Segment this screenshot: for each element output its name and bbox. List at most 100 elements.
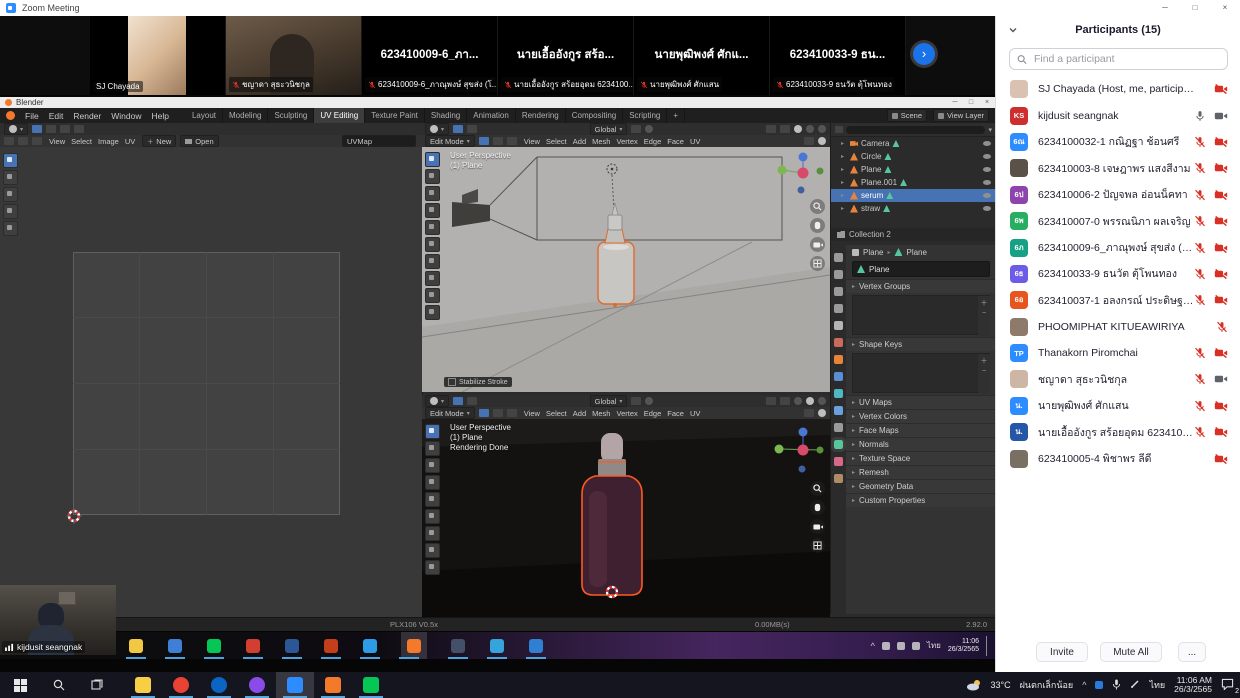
taskbar-app-file-explorer[interactable] bbox=[124, 672, 162, 698]
tool-scale[interactable] bbox=[425, 220, 440, 235]
uv-select-edge-icon[interactable] bbox=[18, 137, 28, 145]
uv-select-vertex-icon[interactable] bbox=[4, 137, 14, 145]
participant-row[interactable]: KS kijdusit seangnak bbox=[996, 102, 1240, 128]
mode-dropdown[interactable]: Edit Mode▾ bbox=[425, 407, 475, 419]
taskbar-app-edge[interactable] bbox=[489, 632, 505, 659]
xray-toggle-icon[interactable] bbox=[804, 137, 814, 145]
transform-orientation-dropdown[interactable]: Global▾ bbox=[590, 395, 628, 407]
active-tool-icon[interactable] bbox=[32, 125, 42, 133]
tool-option-icon[interactable] bbox=[74, 125, 84, 133]
weather-desc[interactable]: ฝนตกเล็กน้อย bbox=[1020, 678, 1074, 692]
mode-dropdown[interactable]: Edit Mode▾ bbox=[425, 135, 475, 147]
menubar-item[interactable]: Render bbox=[68, 111, 106, 121]
properties-tab[interactable] bbox=[834, 304, 843, 313]
panel-list-box[interactable]: ＋− bbox=[852, 295, 990, 335]
panel-header[interactable]: ▸Normals bbox=[846, 437, 996, 451]
panel-header[interactable]: ▸Face Maps bbox=[846, 423, 996, 437]
grid-perspective-icon[interactable] bbox=[810, 256, 825, 271]
weather-temp[interactable]: 33°C bbox=[991, 680, 1011, 690]
uv-editor-canvas[interactable] bbox=[0, 147, 423, 617]
scene-selector[interactable]: Scene bbox=[887, 109, 927, 122]
workspace-tab[interactable]: Compositing bbox=[566, 108, 623, 123]
viewport-menu[interactable]: Mesh bbox=[589, 137, 613, 146]
participant-row[interactable]: 6อ 623410037-1 อลงกรณ์ ประดิษฐานษ์ bbox=[996, 287, 1240, 313]
tool-move[interactable] bbox=[3, 187, 18, 202]
tool-move[interactable] bbox=[425, 186, 440, 201]
workspace-tab[interactable]: Rendering bbox=[516, 108, 566, 123]
editor-type-button[interactable]: ▾ bbox=[425, 123, 449, 135]
invite-button[interactable]: Invite bbox=[1036, 642, 1088, 662]
viewport-menu[interactable]: Mesh bbox=[589, 409, 613, 418]
video-tile[interactable]: 623410009-6_ภา... 623410009-6_ภาณุพงษ์ ส… bbox=[362, 16, 498, 95]
tool-scale[interactable] bbox=[425, 492, 440, 507]
properties-tab[interactable] bbox=[834, 440, 843, 449]
tool-add-cube[interactable] bbox=[425, 560, 440, 575]
clock[interactable]: 11:06 AM 26/3/2565 bbox=[1174, 676, 1212, 695]
zoom-icon[interactable] bbox=[810, 199, 825, 214]
close-button[interactable]: × bbox=[1210, 0, 1240, 16]
start-button[interactable] bbox=[0, 672, 40, 698]
participant-row[interactable]: น. นายเอื้ออังกูร สร้อยอุดม 623410059-1 bbox=[996, 419, 1240, 445]
search-input[interactable] bbox=[1032, 52, 1220, 66]
outliner-item[interactable]: ▸ Plane bbox=[831, 163, 996, 176]
workspace-tab[interactable]: Modeling bbox=[223, 108, 268, 123]
tool-measure[interactable] bbox=[425, 543, 440, 558]
panel-header[interactable]: ▸UV Maps bbox=[846, 395, 996, 409]
viewport-menu[interactable]: Add bbox=[570, 137, 589, 146]
tool-measure[interactable] bbox=[425, 271, 440, 286]
outliner-item[interactable]: ▸ serum bbox=[831, 189, 996, 202]
mic-tray-icon[interactable] bbox=[1112, 679, 1121, 692]
tool-transform[interactable] bbox=[425, 237, 440, 252]
shared-clock[interactable]: 11:06 26/3/2565 bbox=[948, 638, 979, 654]
shading-rendered-icon[interactable] bbox=[818, 397, 826, 405]
gizmo-toggle-icon[interactable] bbox=[766, 397, 776, 405]
participant-row[interactable]: SJ Chayada (Host, me, participant ID: 14… bbox=[996, 76, 1240, 102]
menubar-item[interactable]: Help bbox=[146, 111, 173, 121]
uv-select-face-icon[interactable] bbox=[32, 137, 42, 145]
taskbar-app-photos[interactable] bbox=[528, 632, 544, 659]
viewport-shading-icon[interactable] bbox=[818, 137, 826, 145]
viewport-menu[interactable]: Select bbox=[543, 409, 570, 418]
tool-cursor[interactable] bbox=[425, 441, 440, 456]
taskbar-app-line[interactable] bbox=[352, 672, 390, 698]
workspace-tab[interactable]: Sculpting bbox=[268, 108, 314, 123]
video-tile[interactable]: นายเอื้ออังกูร สร้อ... นายเอื้ออังกูร สร… bbox=[498, 16, 634, 95]
properties-tab[interactable] bbox=[834, 253, 843, 262]
uv-menu[interactable]: Image bbox=[95, 137, 122, 146]
taskbar-app-app-blue[interactable] bbox=[167, 632, 183, 659]
shading-rendered-icon[interactable] bbox=[818, 125, 826, 133]
tool-rotate[interactable] bbox=[425, 475, 440, 490]
stabilize-stroke-option[interactable]: Stabilize Stroke bbox=[444, 377, 512, 387]
outliner-item[interactable]: ▸ Plane.001 bbox=[831, 176, 996, 189]
mute-all-button[interactable]: Mute All bbox=[1100, 642, 1162, 662]
taskbar-app-zoom[interactable] bbox=[276, 672, 314, 698]
camera-view-icon[interactable] bbox=[810, 237, 825, 252]
tool-rotate[interactable] bbox=[3, 204, 18, 219]
tool-option-icon[interactable] bbox=[46, 125, 56, 133]
view-layer-selector[interactable]: View Layer bbox=[933, 109, 989, 122]
visibility-icon[interactable] bbox=[983, 167, 991, 172]
panel-header[interactable]: ▸Remesh bbox=[846, 465, 996, 479]
participant-row[interactable]: PHOOMIPHAT KITUEAWIRIYA bbox=[996, 314, 1240, 340]
select-mode-face-icon[interactable] bbox=[507, 137, 517, 145]
workspace-tab[interactable]: Layout bbox=[186, 108, 223, 123]
outliner-search[interactable] bbox=[846, 126, 985, 134]
minimize-button[interactable]: ─ bbox=[1150, 0, 1180, 16]
uv-menu[interactable]: Select bbox=[68, 137, 95, 146]
snap-magnet-icon[interactable] bbox=[631, 397, 641, 405]
blender-close-button[interactable]: × bbox=[979, 99, 995, 106]
next-videos-button[interactable]: › bbox=[913, 43, 935, 65]
visibility-icon[interactable] bbox=[983, 193, 991, 198]
visibility-icon[interactable] bbox=[983, 141, 991, 146]
panel-header[interactable]: ▸Vertex Groups bbox=[846, 279, 996, 293]
taskbar-app-media-red[interactable] bbox=[245, 632, 261, 659]
participant-row[interactable]: 623410003-8 เจษฎาพร แสงสีงาม bbox=[996, 155, 1240, 181]
select-mode-face-icon[interactable] bbox=[507, 409, 517, 417]
tool-move[interactable] bbox=[425, 458, 440, 473]
open-image-button[interactable]: Open bbox=[180, 135, 218, 147]
participant-row[interactable]: 6ธ 623410033-9 ธนวัต ตุ้โพนทอง bbox=[996, 261, 1240, 287]
active-tool-icon[interactable] bbox=[453, 397, 463, 405]
select-mode-vertex-icon[interactable] bbox=[479, 137, 489, 145]
maximize-button[interactable]: □ bbox=[1180, 0, 1210, 16]
workspace-tab[interactable]: Shading bbox=[425, 108, 467, 123]
